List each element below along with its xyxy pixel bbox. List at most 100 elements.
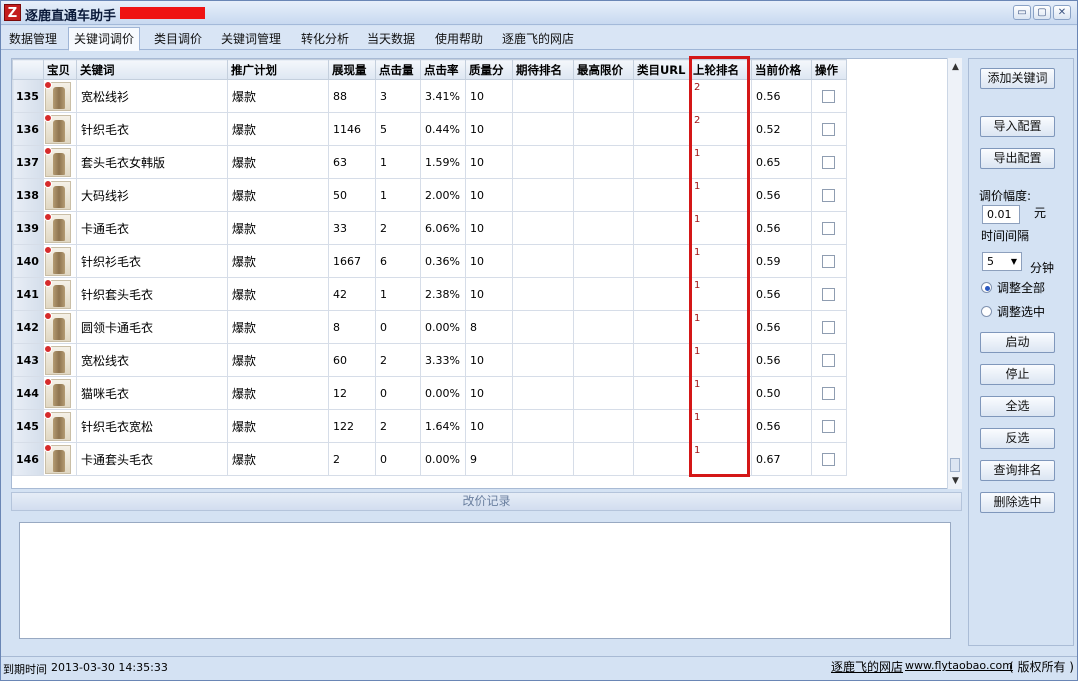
radio-adjust-all-label[interactable]: 调整全部 [997, 279, 1045, 296]
radio-adjust-all[interactable] [981, 282, 992, 293]
category-url-cell[interactable] [632, 310, 690, 344]
ctr-cell[interactable]: 0.44% [419, 112, 466, 146]
plan-cell[interactable]: 爆款 [226, 211, 329, 245]
keyword-cell[interactable]: 卡通毛衣 [75, 211, 228, 245]
item-thumbnail-cell[interactable] [42, 79, 77, 113]
ctr-cell[interactable]: 2.38% [419, 277, 466, 311]
max-price-cell[interactable] [572, 277, 634, 311]
quality-cell[interactable]: 10 [464, 244, 513, 278]
plan-cell[interactable]: 爆款 [226, 79, 329, 113]
minimize-button[interactable]: ▭ [1013, 5, 1031, 20]
max-price-cell[interactable] [572, 244, 634, 278]
clicks-cell[interactable]: 1 [374, 145, 421, 179]
quality-cell[interactable]: 10 [464, 145, 513, 179]
current-price-cell[interactable]: 0.56 [750, 79, 812, 113]
plan-cell[interactable]: 爆款 [226, 112, 329, 146]
export-config-button[interactable]: 导出配置 [980, 148, 1055, 169]
max-price-cell[interactable] [572, 343, 634, 377]
last-rank-cell[interactable]: 1 [688, 244, 752, 278]
grid-scrollbar[interactable]: ▲ ▼ [947, 58, 962, 489]
clicks-cell[interactable]: 5 [374, 112, 421, 146]
ctr-cell[interactable]: 0.00% [419, 376, 466, 410]
current-price-cell[interactable]: 0.56 [750, 409, 812, 443]
clicks-cell[interactable]: 0 [374, 442, 421, 476]
scroll-thumb[interactable] [950, 458, 960, 472]
impressions-cell[interactable]: 2 [327, 442, 376, 476]
impressions-cell[interactable]: 1146 [327, 112, 376, 146]
start-button[interactable]: 启动 [980, 332, 1055, 353]
row-checkbox[interactable] [822, 89, 836, 103]
col-header-keyword[interactable]: 关键词 [75, 59, 228, 80]
impressions-cell[interactable]: 63 [327, 145, 376, 179]
maximize-button[interactable]: ▢ [1033, 5, 1051, 20]
clicks-cell[interactable]: 6 [374, 244, 421, 278]
keyword-cell[interactable]: 大码线衫 [75, 178, 228, 212]
expected-rank-cell[interactable] [511, 79, 574, 113]
max-price-cell[interactable] [572, 376, 634, 410]
category-url-cell[interactable] [632, 244, 690, 278]
quality-cell[interactable]: 10 [464, 79, 513, 113]
max-price-cell[interactable] [572, 211, 634, 245]
last-rank-cell[interactable]: 1 [688, 343, 752, 377]
last-rank-cell[interactable]: 1 [688, 376, 752, 410]
row-checkbox[interactable] [822, 254, 836, 268]
table-row[interactable]: 143 宽松线衣 爆款 60 2 3.33% 10 1 0.56 [12, 343, 847, 377]
quality-cell[interactable]: 10 [464, 343, 513, 377]
ctr-cell[interactable]: 0.00% [419, 310, 466, 344]
row-number[interactable]: 144 [12, 376, 44, 410]
plan-cell[interactable]: 爆款 [226, 145, 329, 179]
invert-selection-button[interactable]: 反选 [980, 428, 1055, 449]
clicks-cell[interactable]: 2 [374, 409, 421, 443]
keyword-cell[interactable]: 针织毛衣 [75, 112, 228, 146]
category-url-cell[interactable] [632, 145, 690, 179]
row-checkbox[interactable] [822, 287, 836, 301]
import-config-button[interactable]: 导入配置 [980, 116, 1055, 137]
item-thumbnail-cell[interactable] [42, 244, 77, 278]
query-rank-button[interactable]: 查询排名 [980, 460, 1055, 481]
plan-cell[interactable]: 爆款 [226, 376, 329, 410]
col-header-rownum[interactable] [12, 59, 44, 80]
keyword-cell[interactable]: 针织毛衣宽松 [75, 409, 228, 443]
row-number[interactable]: 136 [12, 112, 44, 146]
ctr-cell[interactable]: 1.64% [419, 409, 466, 443]
row-number[interactable]: 140 [12, 244, 44, 278]
ctr-cell[interactable]: 6.06% [419, 211, 466, 245]
category-url-cell[interactable] [632, 442, 690, 476]
quality-cell[interactable]: 8 [464, 310, 513, 344]
table-row[interactable]: 139 卡通毛衣 爆款 33 2 6.06% 10 1 0.56 [12, 211, 847, 245]
item-thumbnail-cell[interactable] [42, 112, 77, 146]
keyword-cell[interactable]: 卡通套头毛衣 [75, 442, 228, 476]
col-header-clicks[interactable]: 点击量 [374, 59, 421, 80]
clicks-cell[interactable]: 0 [374, 310, 421, 344]
expected-rank-cell[interactable] [511, 376, 574, 410]
current-price-cell[interactable]: 0.56 [750, 310, 812, 344]
interval-select[interactable]: 5 ▼ [982, 252, 1022, 271]
row-number[interactable]: 143 [12, 343, 44, 377]
table-row[interactable]: 136 针织毛衣 爆款 1146 5 0.44% 10 2 0.52 [12, 112, 847, 146]
tab-conversion-analysis[interactable]: 转化分析 [296, 29, 354, 50]
impressions-cell[interactable]: 122 [327, 409, 376, 443]
price-log-area[interactable] [19, 522, 951, 639]
item-thumbnail-cell[interactable] [42, 211, 77, 245]
category-url-cell[interactable] [632, 277, 690, 311]
current-price-cell[interactable]: 0.52 [750, 112, 812, 146]
current-price-cell[interactable]: 0.56 [750, 178, 812, 212]
col-header-max-price[interactable]: 最高限价 [572, 59, 634, 80]
radio-adjust-selected[interactable] [981, 306, 992, 317]
plan-cell[interactable]: 爆款 [226, 343, 329, 377]
impressions-cell[interactable]: 50 [327, 178, 376, 212]
row-number[interactable]: 141 [12, 277, 44, 311]
expected-rank-cell[interactable] [511, 310, 574, 344]
plan-cell[interactable]: 爆款 [226, 442, 329, 476]
row-number[interactable]: 135 [12, 79, 44, 113]
row-checkbox[interactable] [822, 221, 836, 235]
row-number[interactable]: 145 [12, 409, 44, 443]
row-number[interactable]: 139 [12, 211, 44, 245]
impressions-cell[interactable]: 88 [327, 79, 376, 113]
impressions-cell[interactable]: 1667 [327, 244, 376, 278]
ctr-cell[interactable]: 2.00% [419, 178, 466, 212]
item-thumbnail-cell[interactable] [42, 277, 77, 311]
col-header-category-url[interactable]: 类目URL [632, 59, 690, 80]
ctr-cell[interactable]: 3.41% [419, 79, 466, 113]
radio-adjust-selected-label[interactable]: 调整选中 [997, 303, 1045, 320]
